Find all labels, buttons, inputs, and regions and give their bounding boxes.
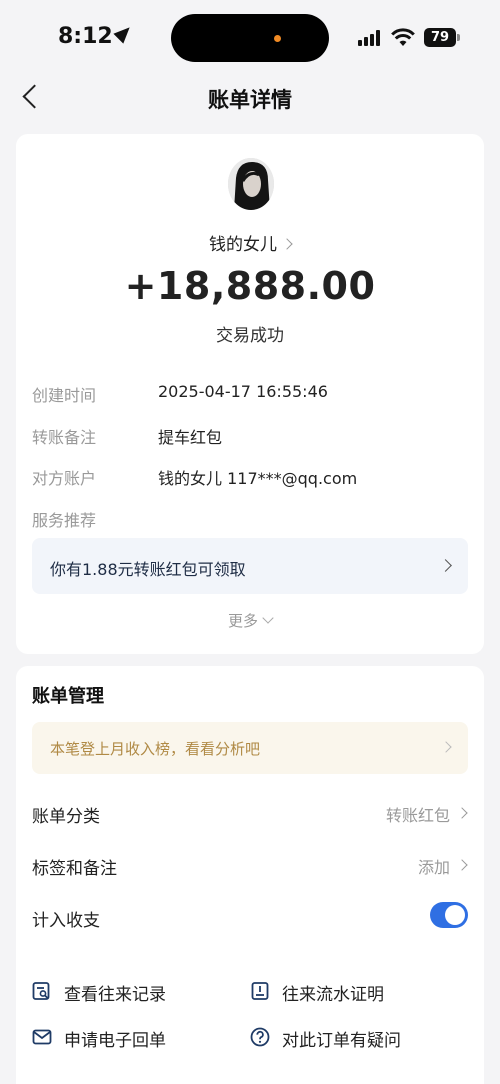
status-time: 8:12 <box>58 22 135 49</box>
action-label: 对此订单有疑问 <box>282 1031 401 1051</box>
tags-notes-row[interactable]: 标签和备注 添加 <box>32 850 468 880</box>
amount: +18,888.00 <box>124 264 376 308</box>
row-value: 转账红包 <box>385 806 450 825</box>
payee-name: 钱的女儿 <box>209 235 277 255</box>
detail-label: 转账备注 <box>32 428 97 447</box>
row-label: 计入收支 <box>32 911 100 931</box>
row-label: 账单分类 <box>32 807 100 827</box>
detail-value: 提车红包 <box>158 428 223 447</box>
status-bar: 8:12 79 <box>0 0 500 70</box>
location-arrow-icon <box>113 22 135 44</box>
statement-doc-icon <box>251 982 269 1000</box>
promo-text: 你有1.88元转账红包可领取 <box>50 560 246 579</box>
mail-icon <box>32 1029 52 1045</box>
tip-text: 本笔登上月收入榜，看看分析吧 <box>50 740 261 758</box>
income-ranking-tip[interactable]: 本笔登上月收入榜，看看分析吧 <box>32 722 468 774</box>
clock-text: 8:12 <box>58 24 113 49</box>
transaction-card: 钱的女儿 +18,888.00 交易成功 创建时间 2025-04-17 16:… <box>16 134 484 654</box>
nav-bar: 账单详情 <box>0 70 500 126</box>
transaction-status: 交易成功 <box>216 326 284 346</box>
chevron-right-icon <box>456 807 468 819</box>
row-value: 添加 <box>417 858 450 877</box>
payee-link[interactable]: 钱的女儿 <box>16 230 484 255</box>
recording-dot-icon <box>274 35 281 42</box>
chevron-right-icon <box>281 238 293 250</box>
section-title: 账单管理 <box>32 686 104 707</box>
detail-value: 2025-04-17 16:55:46 <box>158 382 328 401</box>
action-label: 申请电子回单 <box>64 1031 166 1051</box>
battery-level: 79 <box>430 30 450 45</box>
chevron-right-icon <box>456 859 468 871</box>
chevron-right-icon <box>440 741 452 753</box>
count-in-budget-toggle[interactable] <box>430 902 468 928</box>
record-search-icon <box>32 982 50 1000</box>
detail-label: 服务推荐 <box>32 511 97 530</box>
dynamic-island <box>171 14 329 62</box>
more-label: 更多 <box>227 612 258 630</box>
bill-category-row[interactable]: 账单分类 转账红包 <box>32 798 468 828</box>
question-icon <box>250 1027 270 1047</box>
bill-management-card: 账单管理 本笔登上月收入榜，看看分析吧 账单分类 转账红包 标签和备注 添加 计… <box>16 666 484 1084</box>
more-button[interactable]: 更多 <box>16 610 484 631</box>
detail-label: 对方账户 <box>32 469 97 488</box>
page-title: 账单详情 <box>208 88 292 112</box>
action-label: 查看往来记录 <box>64 985 166 1005</box>
row-label: 标签和备注 <box>32 859 117 879</box>
chevron-down-icon <box>262 612 274 624</box>
count-in-budget-row: 计入收支 <box>32 902 468 932</box>
avatar[interactable] <box>228 158 274 210</box>
detail-label: 创建时间 <box>32 386 97 405</box>
battery-icon: 79 <box>424 28 460 47</box>
wifi-icon <box>391 28 415 46</box>
detail-value: 钱的女儿 117***@qq.com <box>158 469 358 488</box>
action-label: 往来流水证明 <box>282 985 384 1005</box>
chevron-right-icon <box>439 559 452 572</box>
cellular-signal-icon <box>358 30 384 46</box>
red-packet-promo[interactable]: 你有1.88元转账红包可领取 <box>32 538 468 594</box>
